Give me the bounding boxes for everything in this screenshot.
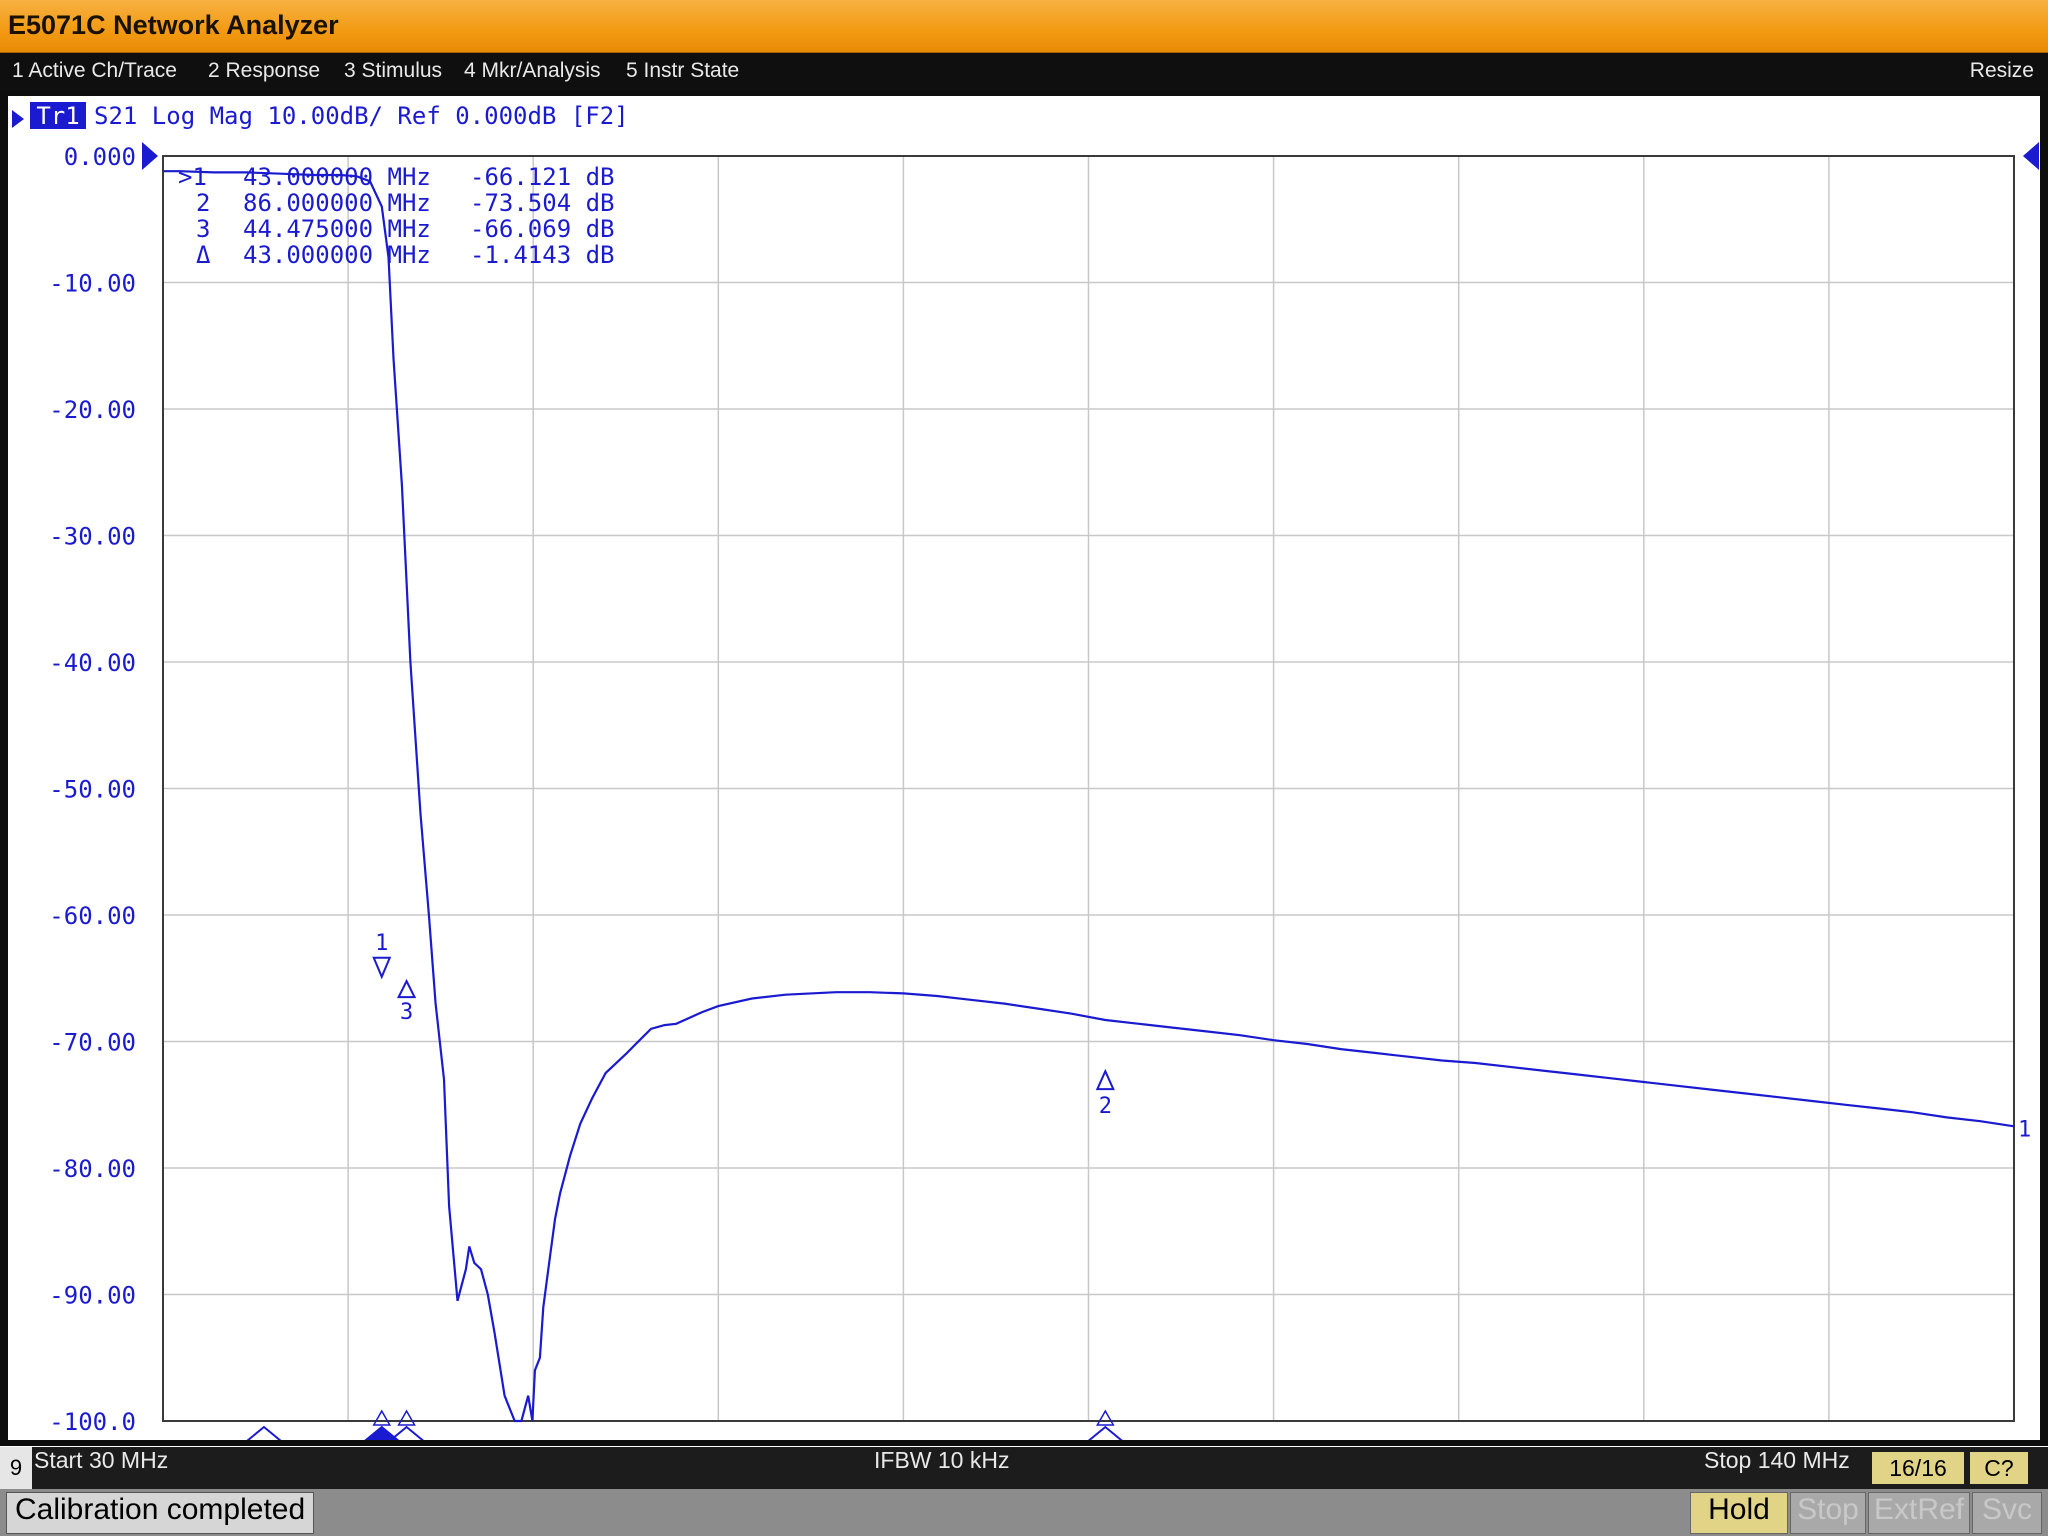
marker-overlay: 1 2 3 1 xyxy=(246,931,2031,1440)
svc-button[interactable]: Svc xyxy=(1972,1492,2042,1534)
marker-2-axis-indicator xyxy=(1087,1425,1123,1440)
y-tick-label: -10.00 xyxy=(49,270,136,298)
instrument-status-bar: Calibration completed Hold Stop ExtRef S… xyxy=(0,1489,2048,1536)
marker-1-id: >1 xyxy=(178,163,207,191)
y-tick-label: -70.00 xyxy=(49,1029,136,1057)
chart-window[interactable]: Tr1 S21 Log Mag 10.00dB/ Ref 0.000dB [F2… xyxy=(8,96,2040,1440)
marker-1-freq: 43.000000 MHz xyxy=(243,163,431,191)
grid xyxy=(162,155,2015,1422)
app-title: E5071C Network Analyzer xyxy=(8,10,339,40)
trace-tag[interactable]: Tr1 xyxy=(36,102,79,130)
menu-mkr-analysis[interactable]: 4 Mkr/Analysis xyxy=(464,59,601,83)
y-tick-label: -30.00 xyxy=(49,523,136,551)
ref-level-right-arrow-icon xyxy=(2023,142,2039,170)
trace-right-edge-label: 1 xyxy=(2018,1117,2031,1142)
trace-header: S21 Log Mag 10.00dB/ Ref 0.000dB [F2] xyxy=(94,102,629,130)
y-tick-label: -40.00 xyxy=(49,649,136,677)
extref-button[interactable]: ExtRef xyxy=(1868,1492,1970,1534)
axis-indicator-left xyxy=(246,1425,282,1440)
marker-3-label: 3 xyxy=(400,1000,413,1025)
y-tick-label: 0.000 xyxy=(64,143,136,171)
y-tick-label: -20.00 xyxy=(49,396,136,424)
marker-1-icon xyxy=(372,956,392,980)
y-tick-label: -80.00 xyxy=(49,1155,136,1183)
marker-1-value: -66.121 dB xyxy=(470,163,615,191)
marker-3-id: 3 xyxy=(196,215,210,243)
marker-delta-value: -1.4143 dB xyxy=(470,241,615,269)
marker-2-icon xyxy=(1095,1068,1115,1091)
marker-3-value: -66.069 dB xyxy=(470,215,615,243)
menu-response[interactable]: 2 Response xyxy=(208,59,320,83)
y-tick-label: -100.0 xyxy=(49,1408,136,1436)
stop-button[interactable]: Stop xyxy=(1790,1492,1866,1534)
ref-level-left-arrow-icon xyxy=(142,142,158,170)
marker-delta-freq: 43.000000 MHz xyxy=(243,241,431,269)
y-tick-label: -50.00 xyxy=(49,776,136,804)
menu-stimulus[interactable]: 3 Stimulus xyxy=(344,59,442,83)
active-trace-arrow-icon xyxy=(12,110,24,128)
y-tick-labels: 0.000 -10.00 -20.00 -30.00 -40.00 -50.00 -60.0… xyxy=(49,143,136,1436)
title-bar: E5071C Network Analyzer xyxy=(0,0,2048,53)
marker-3-icon xyxy=(396,978,417,999)
marker-1-axis-tick xyxy=(372,1409,392,1426)
marker-3-axis-indicator xyxy=(389,1425,424,1440)
hold-button[interactable]: Hold xyxy=(1690,1492,1788,1534)
marker-2-value: -73.504 dB xyxy=(470,189,615,217)
menu-bar: 1 Active Ch/Trace 2 Response 3 Stimulus … xyxy=(0,53,2048,91)
status-message: Calibration completed xyxy=(6,1492,315,1534)
channel-status-line: 9 Start 30 MHz IFBW 10 kHz Stop 140 MHz … xyxy=(0,1447,2048,1489)
marker-2-label: 2 xyxy=(1099,1094,1112,1119)
cal-status-badge: C? xyxy=(1970,1452,2028,1484)
resize-button[interactable]: Resize xyxy=(1970,59,2034,83)
marker-readout: >1 43.000000 MHz -66.121 dB 2 86.000000 … xyxy=(178,163,615,269)
menu-instr-state[interactable]: 5 Instr State xyxy=(626,59,739,83)
channel-number[interactable]: 9 xyxy=(0,1447,32,1489)
start-frequency[interactable]: Start 30 MHz xyxy=(34,1447,168,1489)
marker-2-id: 2 xyxy=(196,189,210,217)
trace-chart: Tr1 S21 Log Mag 10.00dB/ Ref 0.000dB [F2… xyxy=(12,102,2039,1440)
marker-3-freq: 44.475000 MHz xyxy=(243,215,431,243)
marker-delta-id: Δ xyxy=(196,241,211,269)
marker-1-label: 1 xyxy=(375,931,388,956)
y-tick-label: -60.00 xyxy=(49,902,136,930)
if-bandwidth[interactable]: IFBW 10 kHz xyxy=(874,1447,1009,1489)
stop-frequency[interactable]: Stop 140 MHz xyxy=(1704,1447,1850,1489)
marker-3-axis-tick xyxy=(397,1409,416,1426)
marker-2-freq: 86.000000 MHz xyxy=(243,189,431,217)
menu-active-ch-trace[interactable]: 1 Active Ch/Trace xyxy=(12,59,177,83)
points-indicator: 16/16 xyxy=(1872,1452,1964,1484)
y-tick-label: -90.00 xyxy=(49,1282,136,1310)
marker-2-axis-tick xyxy=(1096,1409,1115,1426)
